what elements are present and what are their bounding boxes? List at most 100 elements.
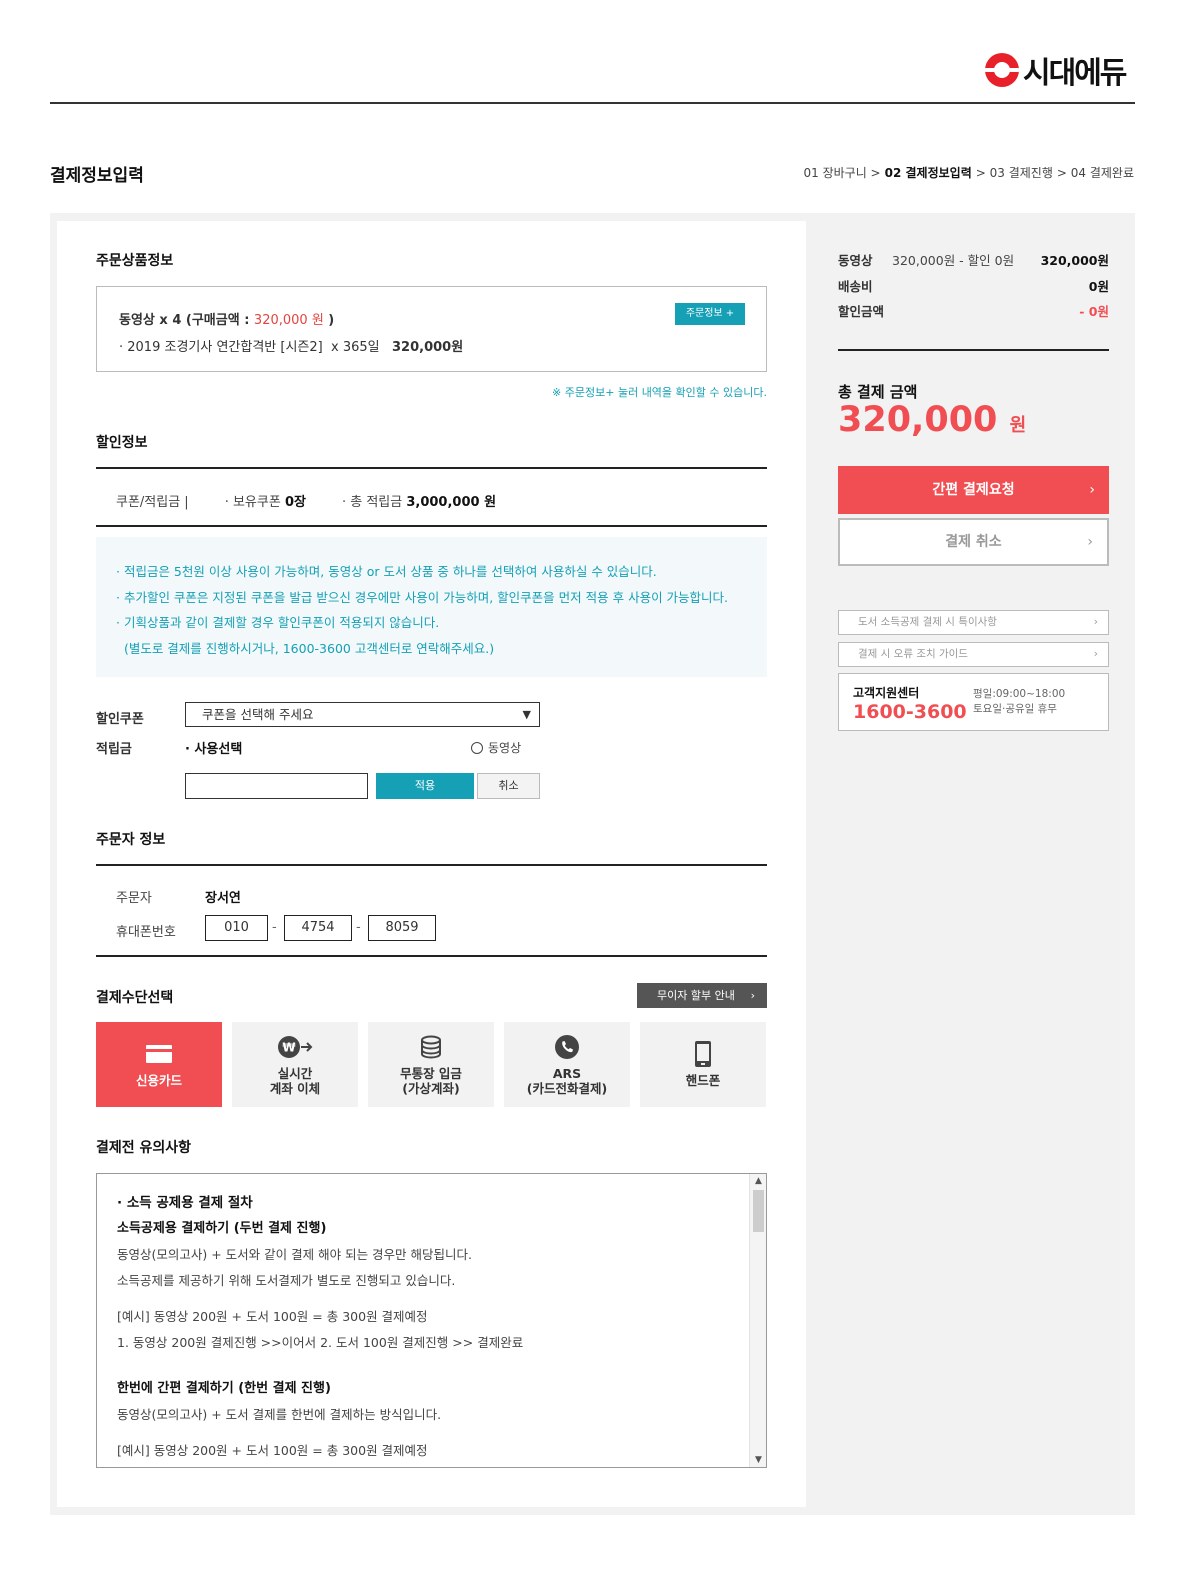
order-info-button[interactable]: 주문정보 + [675, 303, 745, 325]
phone-icon [554, 1034, 580, 1060]
mobile-icon [694, 1041, 712, 1067]
simple-pay-label: 간편 결제요청 [932, 482, 1015, 498]
terms-bullet: · 소득 공제용 결제 절차 [117, 1195, 253, 1211]
pay-method-label-1: ARS [552, 1065, 582, 1081]
terms-scrollbar[interactable]: ▲ ▼ [749, 1174, 766, 1467]
orderer-name-value: 장서연 [205, 891, 241, 906]
phone-field-3[interactable]: 8059 [368, 915, 436, 941]
order-item-days: x 365일 [331, 340, 380, 355]
phone-dash-1: - [272, 920, 277, 935]
coupon-label: 할인쿠폰 [96, 712, 144, 727]
payment-error-guide-link[interactable]: 결제 시 오류 조치 가이드 › [838, 642, 1109, 667]
order-product-box: 동영상 x 4 (구매금액 : 320,000 원 ) · 2019 조경기사 … [96, 286, 767, 372]
orderer-title: 주문자 정보 [96, 832, 166, 848]
svg-text:₩: ₩ [282, 1040, 296, 1054]
terms-title: 결제전 유의사항 [96, 1140, 192, 1156]
coupon-point-label: 쿠폰/적립금 | [116, 495, 189, 510]
summary-shipping-value: 0원 [1088, 279, 1109, 294]
pay-method-label-2: 계좌 이체 [269, 1080, 321, 1096]
phone-field-2[interactable]: 4754 [284, 915, 352, 941]
brand-logo[interactable]: 시대에듀 [985, 50, 1127, 91]
chevron-right-icon: › [1087, 534, 1093, 550]
total-point-value: 3,000,000 원 [406, 495, 497, 510]
pay-method-credit-card[interactable]: 신용카드 [96, 1022, 222, 1107]
scroll-up-icon[interactable]: ▲ [750, 1176, 766, 1186]
coupon-select[interactable]: 쿠폰을 선택해 주세요 ▼ [185, 702, 540, 727]
summary-discount-row: 할인금액 - 0원 [838, 301, 1109, 319]
terms-line: 동영상(모의고사) + 도서 결제를 한번에 결제하는 방식입니다. [117, 1407, 442, 1422]
use-select-label: · 사용선택 [185, 742, 243, 757]
terms-line: 1. 동영상 200원 결제진행 >>이어서 2. 도서 100원 결제진행 >… [117, 1335, 524, 1350]
phone-label: 휴대폰번호 [116, 925, 176, 940]
pay-method-realtime-transfer[interactable]: ₩ 실시간 계좌 이체 [232, 1022, 358, 1107]
discount-top-line [96, 467, 767, 469]
cs-hours-weekday: 평일:09:00~18:00 [973, 688, 1066, 700]
payment-title: 결제수단선택 [96, 990, 174, 1006]
cancel-point-button[interactable]: 취소 [477, 773, 540, 799]
total-amount-value: 320,000 [838, 400, 998, 440]
total-label: 총 결제 금액 [838, 383, 918, 401]
scroll-down-icon[interactable]: ▼ [750, 1455, 766, 1465]
step-payment-info: 02 결제정보입력 [884, 166, 972, 180]
terms-line: [예시] 동영상 200원 + 도서 100원 = 총 300원 결제예정 [117, 1443, 428, 1458]
step-cart: 01 장바구니 > [803, 166, 881, 180]
pay-method-mobile[interactable]: 핸드폰 [640, 1022, 766, 1107]
cs-phone[interactable]: 1600-3600 [853, 701, 967, 723]
cs-hours-weekend: 토요일·공유일 휴무 [973, 703, 1057, 715]
credit-card-icon [145, 1041, 173, 1067]
customer-support-box: 고객지원센터 1600-3600 평일:09:00~18:00 토요일·공유일 … [838, 673, 1109, 731]
simple-pay-button[interactable]: 간편 결제요청 › [838, 466, 1109, 514]
summary-discount-label: 할인금액 [838, 304, 885, 319]
owned-coupon-value: 0장 [284, 495, 306, 510]
discount-notice-2: · 추가할인 쿠폰은 지정된 쿠폰을 발급 받으신 경우에만 사용이 가능하며,… [116, 589, 729, 605]
coupon-select-value: 쿠폰을 선택해 주세요 [202, 707, 314, 722]
radio-circle-icon[interactable] [471, 741, 483, 754]
order-info-notice: ※ 주문정보+ 눌러 내역을 확인할 수 있습니다. [552, 386, 767, 399]
brand-mark-icon [985, 53, 1019, 87]
orderer-top-line [96, 864, 767, 866]
coupon-point-row: 쿠폰/적립금 | · 보유쿠폰 0장 · 총 적립금 3,000,000 원 [116, 491, 496, 510]
discount-notice-4: (별도로 결제를 진행하시거나, 1600-3600 고객센터로 연락해주세요.… [116, 641, 495, 657]
total-point: · 총 적립금 3,000,000 원 [342, 491, 496, 510]
dropdown-arrow-icon: ▼ [522, 708, 531, 721]
point-input[interactable] [185, 773, 368, 799]
pay-method-bank-deposit[interactable]: 무통장 입금 (가상계좌) [368, 1022, 494, 1107]
header-divider [50, 102, 1135, 104]
scroll-thumb[interactable] [753, 1190, 764, 1232]
summary-video-value: 320,000원 [1040, 253, 1109, 268]
discount-notice-3: · 기획상품과 같이 결제할 경우 할인쿠폰이 적용되지 않습니다. [116, 615, 440, 631]
terms-heading-1: 소득공제용 결제하기 (두번 결제 진행) [117, 1221, 327, 1236]
won-transfer-icon: ₩ [277, 1034, 313, 1060]
radio-video[interactable]: 동영상 [471, 739, 521, 756]
discount-notice-box: · 적립금은 5천원 이상 사용이 가능하며, 동영상 or 도서 상품 중 하… [96, 537, 767, 677]
terms-scroll-box[interactable]: · 소득 공제용 결제 절차 소득공제용 결제하기 (두번 결제 진행) 동영상… [96, 1173, 767, 1468]
pay-method-ars[interactable]: ARS (카드전화결제) [504, 1022, 630, 1107]
pay-method-label-1: 실시간 [277, 1065, 313, 1081]
cancel-payment-label: 결제 취소 [945, 534, 1002, 550]
total-point-label: · 총 적립금 [341, 495, 403, 510]
book-deduction-notice-link[interactable]: 도서 소득공제 결제 시 특이사항 › [838, 610, 1109, 635]
installment-info-button[interactable]: 무이자 할부 안내 › [637, 983, 767, 1008]
owned-coupon: · 보유쿠폰 0장 [225, 491, 306, 510]
chevron-right-icon: › [1089, 482, 1095, 498]
summary-divider [838, 349, 1109, 351]
chevron-right-icon: › [750, 989, 755, 1002]
installment-info-label: 무이자 할부 안내 [657, 989, 735, 1002]
apply-point-button[interactable]: 적용 [376, 773, 474, 799]
order-item-name: · 2019 조경기사 연간합격반 [시즌2] [119, 340, 323, 355]
order-summary-prefix: 동영상 x 4 (구매금액 : [119, 313, 254, 328]
cancel-payment-button[interactable]: 결제 취소 › [838, 518, 1109, 566]
terms-line: 동영상(모의고사) + 도서와 같이 결제 해야 되는 경우만 해당됩니다. [117, 1247, 472, 1262]
phone-field-1[interactable]: 010 [205, 915, 268, 941]
discount-bottom-line [96, 525, 767, 527]
page-title: 결제정보입력 [50, 166, 144, 186]
book-deduction-notice-label: 도서 소득공제 결제 시 특이사항 [858, 616, 997, 628]
step-complete: > 04 결제완료 [1056, 166, 1134, 180]
discount-notice-1: · 적립금은 5천원 이상 사용이 가능하며, 동영상 or 도서 상품 중 하… [116, 564, 657, 579]
order-summary-amount: 320,000 원 [253, 313, 324, 328]
brand-name: 시대에듀 [1023, 56, 1127, 91]
payment-error-guide-label: 결제 시 오류 조치 가이드 [858, 648, 968, 660]
summary-shipping-label: 배송비 [838, 279, 873, 294]
order-summary-suffix: ) [323, 313, 335, 328]
orderer-bottom-line [96, 955, 767, 957]
